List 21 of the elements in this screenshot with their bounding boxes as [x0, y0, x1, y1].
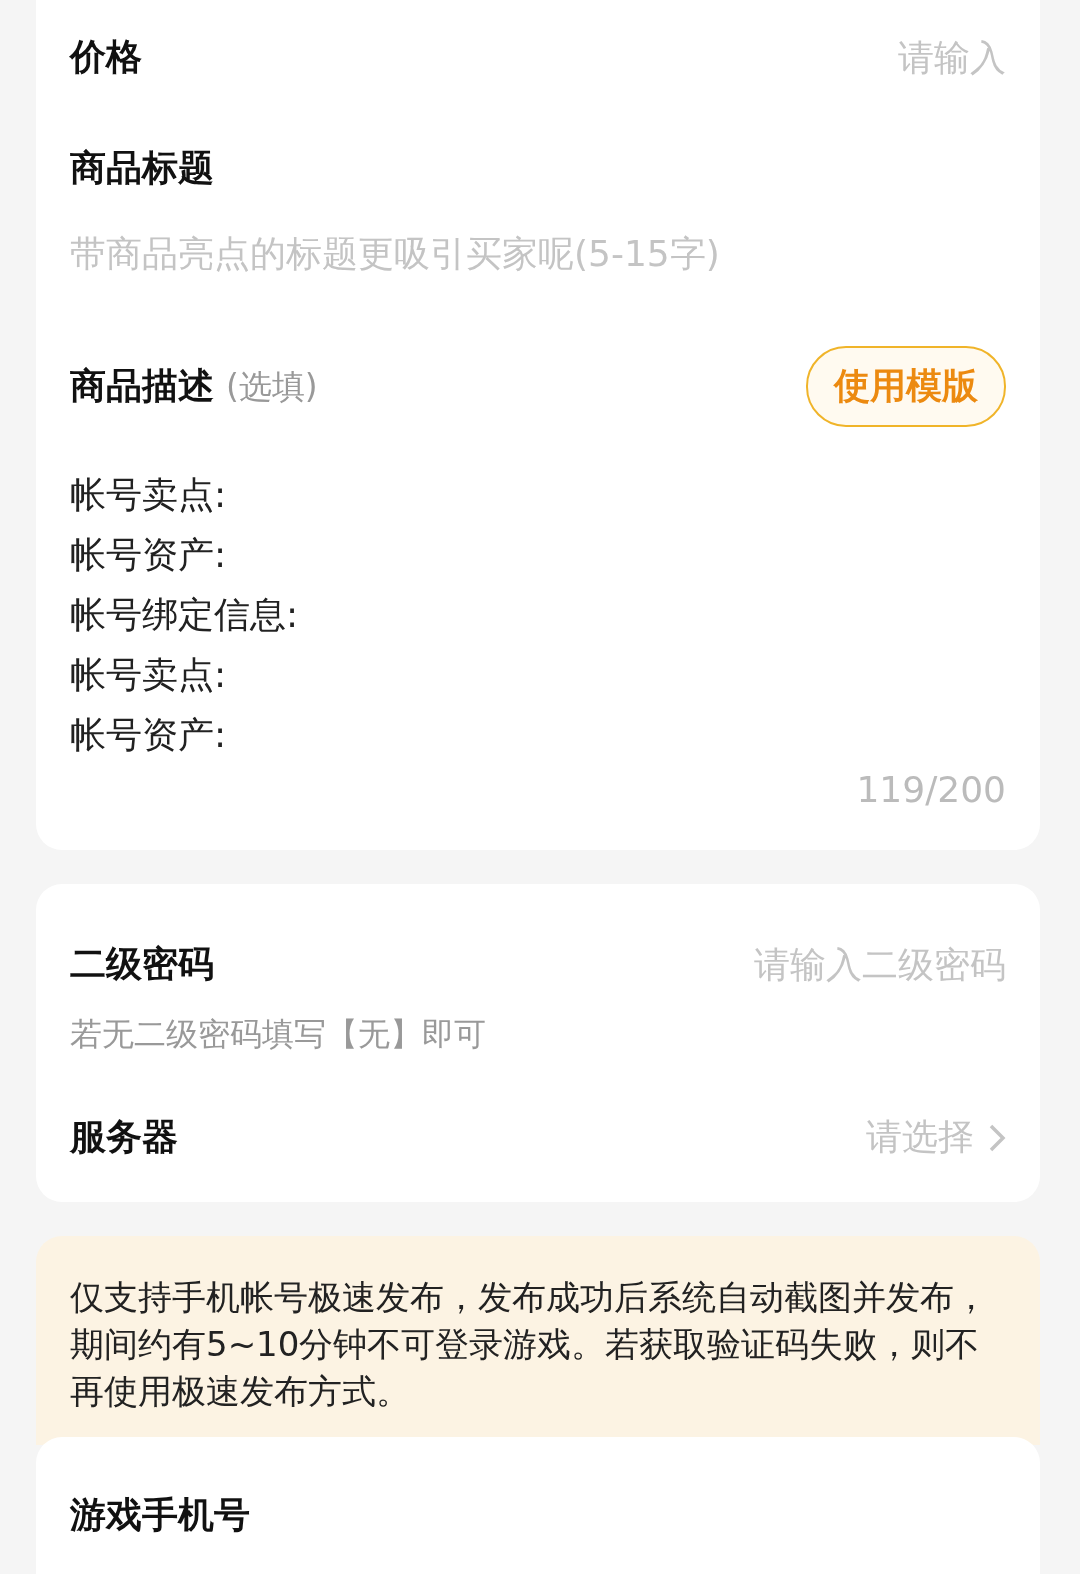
notice-text: 仅支持手机帐号极速发布，发布成功后系统自动截图并发布，期间约有5~10分钟不可登录游戏。若获取验证码失败，则不再使用极速发布方式。: [36, 1236, 1040, 1445]
use-template-button[interactable]: 使用模版: [806, 346, 1006, 427]
optional-hint: (选填): [226, 366, 318, 408]
title-input[interactable]: 带商品亮点的标题更吸引买家呢(5-15字): [70, 233, 1006, 274]
field-label: 商品描述: [70, 364, 214, 408]
password-input[interactable]: 请输入二级密码: [558, 944, 1006, 985]
description-line: 帐号绑定信息:: [70, 593, 300, 637]
price-input[interactable]: 请输入: [558, 36, 1006, 78]
description-line: 帐号卖点:: [70, 653, 228, 697]
field-label: 二级密码: [70, 942, 214, 986]
field-label: 服务器: [70, 1115, 178, 1159]
field-label: 商品标题: [70, 146, 214, 190]
description-line: 帐号资产:: [70, 533, 228, 577]
field-label: 游戏手机号: [70, 1494, 250, 1535]
character-counter: 119/200: [856, 769, 1006, 810]
field-label: 价格: [70, 34, 142, 79]
chevron-right-icon: [988, 1122, 1006, 1153]
description-line: 帐号卖点:: [70, 473, 228, 517]
description-line: 帐号资产:: [70, 713, 228, 757]
password-hint: 若无二级密码填写【无】即可: [70, 1014, 487, 1055]
server-select[interactable]: 请选择: [866, 1113, 1006, 1162]
